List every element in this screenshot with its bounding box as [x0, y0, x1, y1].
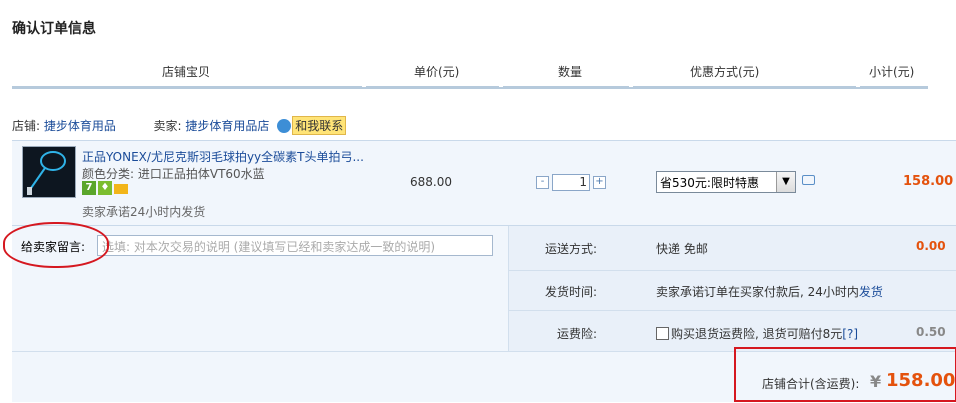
shipping-promise: 卖家承诺24小时内发货: [82, 205, 206, 219]
ship-time-value: 卖家承诺订单在买家付款后, 24小时内发货: [656, 285, 883, 299]
qty-minus-button[interactable]: -: [536, 176, 549, 189]
col-header-price: 单价(元): [414, 65, 460, 79]
seven-day-return-icon: 7: [82, 181, 96, 195]
page-title: 确认订单信息: [12, 21, 96, 37]
shipping-method-value: 快递 免邮: [656, 242, 708, 256]
insurance-option: 购买退货运费险, 退货可赔付8元[?]: [656, 325, 858, 342]
consumer-protection-icon: ♦: [98, 181, 112, 195]
product-thumbnail[interactable]: [22, 146, 76, 198]
credit-card-icon: [114, 184, 128, 194]
service-badges: 7 ♦: [82, 181, 130, 195]
ship-time-label: 发货时间:: [545, 285, 598, 299]
annotation-circle: [3, 222, 109, 268]
divider: [509, 310, 956, 311]
shop-name-link[interactable]: 捷步体育用品: [44, 119, 116, 133]
quantity-stepper: -1 +: [536, 174, 606, 191]
shipping-method-label: 运送方式:: [545, 242, 598, 256]
seller-name-link[interactable]: 捷步体育用品店: [185, 119, 269, 133]
unit-price: 688.00: [410, 175, 452, 189]
insurance-help-link[interactable]: [?]: [842, 327, 858, 341]
contact-seller-button[interactable]: 和我联系: [292, 116, 347, 135]
discount-select[interactable]: 省530元:限时特惠 ▼: [656, 171, 796, 193]
insurance-fee: 0.50: [916, 325, 946, 339]
col-header-subtotal: 小计(元): [869, 65, 915, 79]
product-spec: 颜色分类: 进口正品拍体VT60水蓝: [82, 167, 265, 181]
message-input[interactable]: 选填: 对本次交易的说明 (建议填写已经和卖家达成一致的说明): [97, 235, 493, 256]
insurance-label: 运费险:: [557, 327, 598, 341]
insurance-checkbox[interactable]: [656, 327, 669, 340]
total-label: 店铺合计(含运费):: [762, 377, 860, 391]
shop-info: 店铺: 捷步体育用品 卖家: 捷步体育用品店 和我联系: [12, 116, 347, 135]
total-amount: 158.00: [886, 370, 956, 391]
item-subtotal: 158.00: [903, 174, 954, 189]
product-name-link[interactable]: 正品YONEX/尤尼克斯羽毛球拍yy全碳素T头单拍弓...: [82, 148, 364, 165]
discount-selected-value: 省530元:限时特惠: [660, 176, 759, 190]
col-header-item: 店铺宝贝: [162, 65, 211, 79]
table-header: 店铺宝贝 单价(元) 数量 优惠方式(元) 小计(元): [12, 58, 928, 89]
quantity-input[interactable]: 1: [552, 174, 590, 191]
qty-plus-button[interactable]: +: [593, 176, 606, 189]
seller-label: 卖家:: [153, 119, 182, 133]
wangwang-icon[interactable]: [277, 119, 292, 133]
currency-symbol: ¥: [870, 372, 882, 391]
shipping-fee: 0.00: [916, 239, 946, 253]
comment-icon[interactable]: [802, 175, 815, 185]
dropdown-arrow-icon[interactable]: ▼: [776, 172, 795, 192]
divider: [509, 270, 956, 271]
col-header-discount: 优惠方式(元): [690, 65, 760, 79]
message-placeholder: 选填: 对本次交易的说明 (建议填写已经和卖家达成一致的说明): [102, 240, 436, 254]
ship-time-link[interactable]: 发货: [859, 285, 883, 299]
shop-label: 店铺:: [12, 119, 41, 133]
col-header-qty: 数量: [558, 65, 583, 79]
